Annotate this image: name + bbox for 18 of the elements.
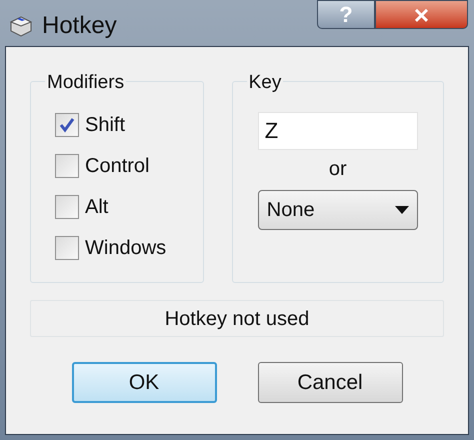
checkbox-option[interactable]: Alt <box>55 192 108 222</box>
checkbox[interactable] <box>55 113 79 137</box>
checkbox-option[interactable]: Control <box>55 151 150 181</box>
checkbox[interactable] <box>55 154 79 178</box>
checkbox-option[interactable]: Shift <box>55 110 126 140</box>
key-dropdown[interactable]: None <box>258 190 418 230</box>
checkbox[interactable] <box>55 195 79 219</box>
key-field[interactable]: Z <box>258 112 418 150</box>
dropdown-arrow-icon <box>394 206 409 214</box>
checkbox-option[interactable]: Windows <box>55 233 166 263</box>
keyboard-key-icon <box>8 14 34 38</box>
dialog-button[interactable]: OK <box>72 362 216 403</box>
window-title: Hotkey <box>42 11 117 41</box>
dialog-button[interactable]: Cancel <box>258 362 402 403</box>
checkbox[interactable] <box>55 236 79 260</box>
or-label: or <box>328 157 347 182</box>
check-icon <box>59 117 75 133</box>
status-text: Hotkey not used <box>30 300 444 337</box>
